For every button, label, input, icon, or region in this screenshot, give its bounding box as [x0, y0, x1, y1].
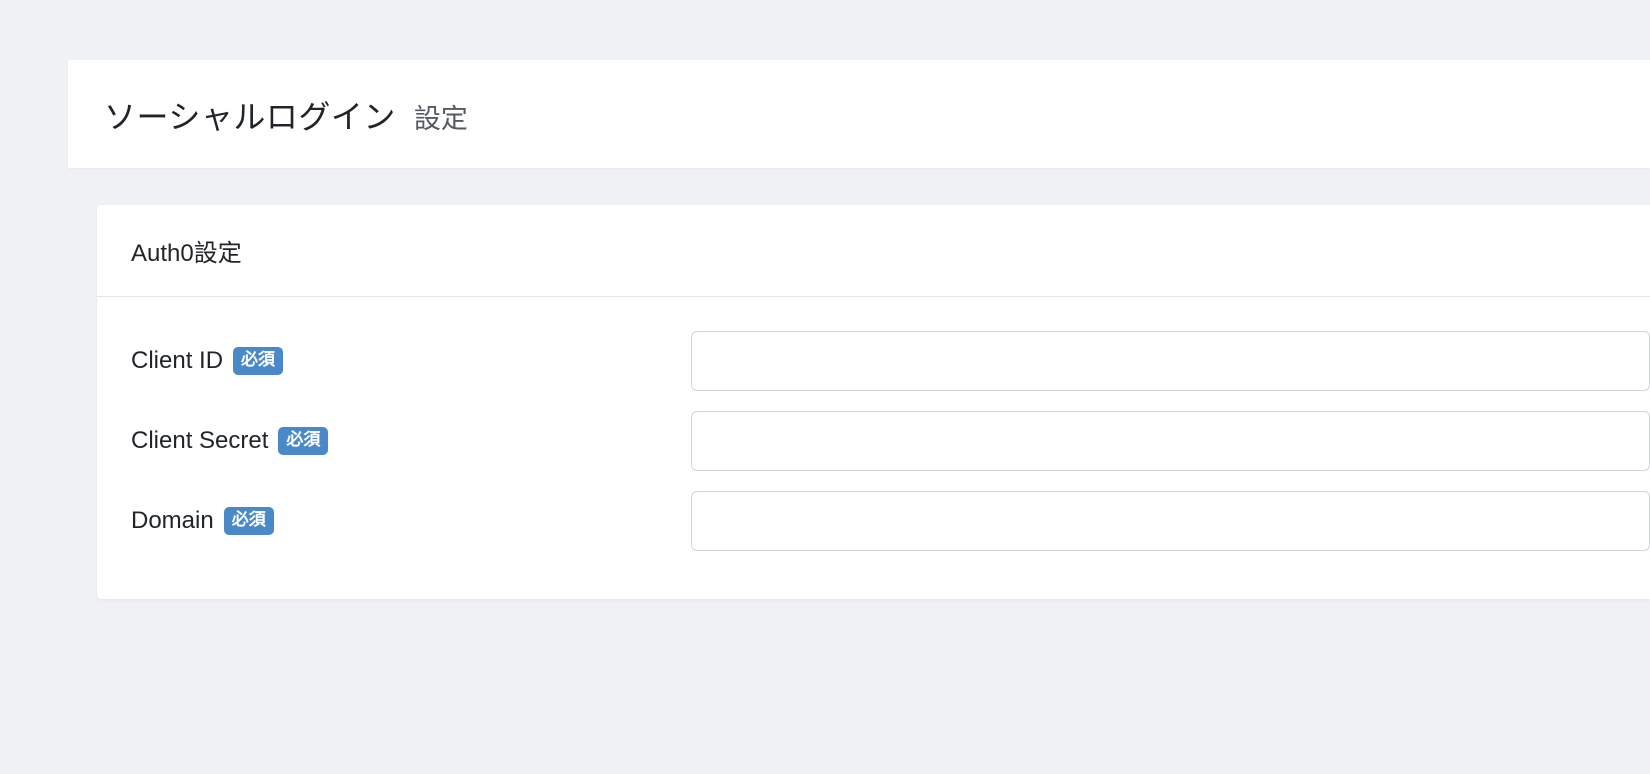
client-secret-label: Client Secret: [131, 427, 268, 455]
page-title: ソーシャルログイン 設定: [104, 92, 1614, 138]
section-title: Auth0設定: [131, 233, 1616, 268]
page-header-card: ソーシャルログイン 設定: [68, 60, 1650, 168]
input-cell: [691, 411, 1650, 471]
form-row-client-secret: Client Secret 必須: [131, 411, 1650, 471]
domain-label: Domain: [131, 507, 214, 535]
required-badge: 必須: [224, 507, 274, 534]
form-body: Client ID 必須 Client Secret 必須 Domain 必須: [97, 297, 1650, 599]
page-title-main: ソーシャルログイン: [104, 92, 396, 138]
label-cell: Domain 必須: [131, 507, 691, 535]
domain-input[interactable]: [691, 491, 1650, 551]
page-title-sub: 設定: [414, 97, 468, 136]
client-id-label: Client ID: [131, 347, 223, 375]
label-cell: Client Secret 必須: [131, 427, 691, 455]
required-badge: 必須: [278, 427, 328, 454]
label-cell: Client ID 必須: [131, 347, 691, 375]
input-cell: [691, 491, 1650, 551]
form-row-client-id: Client ID 必須: [131, 331, 1650, 391]
form-row-domain: Domain 必須: [131, 491, 1650, 551]
auth0-settings-card: Auth0設定 Client ID 必須 Client Secret 必須 Do…: [97, 205, 1650, 599]
required-badge: 必須: [233, 347, 283, 374]
input-cell: [691, 331, 1650, 391]
client-id-input[interactable]: [691, 331, 1650, 391]
client-secret-input[interactable]: [691, 411, 1650, 471]
card-header: Auth0設定: [97, 205, 1650, 297]
